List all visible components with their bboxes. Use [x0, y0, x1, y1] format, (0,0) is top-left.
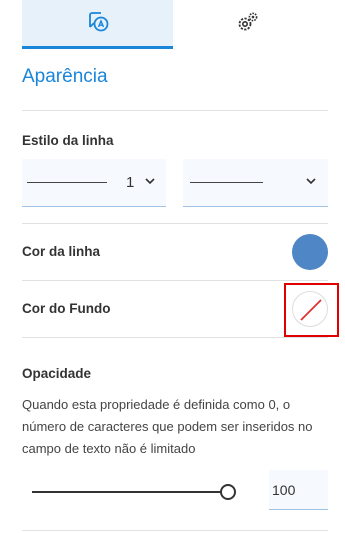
line-width-select[interactable]: 1	[22, 159, 166, 207]
line-color-swatch[interactable]	[292, 234, 328, 270]
opacity-label: Opacidade	[22, 366, 92, 381]
opacity-slider-thumb[interactable]	[220, 484, 236, 500]
opacity-input[interactable]: 100	[269, 470, 328, 510]
line-type-select[interactable]	[183, 159, 328, 207]
opacity-description: Quando esta propriedade é definida como …	[22, 397, 313, 456]
tab-settings[interactable]	[173, 0, 323, 49]
gear-icon	[236, 10, 260, 39]
highlight-box	[284, 283, 339, 337]
line-preview	[190, 182, 263, 183]
panel-title: Aparência	[22, 66, 108, 87]
tab-bar	[0, 0, 345, 49]
chevron-down-icon	[144, 174, 156, 192]
divider	[22, 530, 328, 531]
line-color-label: Cor da linha	[22, 244, 101, 259]
divider	[22, 110, 328, 111]
fill-color-label: Cor do Fundo	[22, 301, 111, 316]
appearance-icon	[87, 10, 109, 37]
divider	[22, 337, 328, 338]
tab-appearance[interactable]	[22, 0, 173, 49]
divider	[22, 280, 328, 281]
chevron-down-icon	[305, 174, 317, 192]
line-width-value: 1	[126, 174, 135, 191]
line-preview	[27, 182, 107, 183]
opacity-slider-track[interactable]	[32, 491, 227, 493]
divider	[22, 223, 328, 224]
line-style-label: Estilo da linha	[22, 133, 114, 148]
